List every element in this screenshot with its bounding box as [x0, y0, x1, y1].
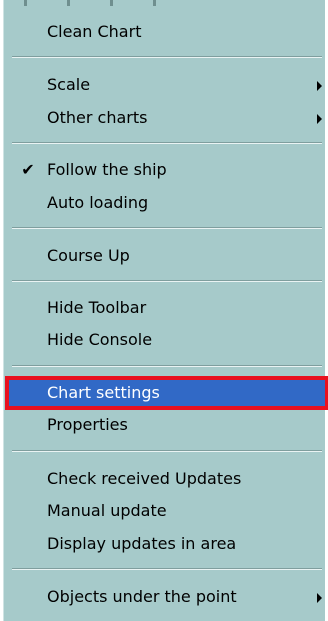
- menu-item-label: Follow the ship: [47, 160, 167, 179]
- menu-separator: [12, 56, 322, 58]
- menu-item-label: Scale: [47, 75, 91, 94]
- menu-item-label: Chart settings: [47, 383, 160, 402]
- submenu-arrow-icon: [317, 114, 322, 124]
- menu-item-display-updates-in-area[interactable]: Display updates in area: [8, 529, 326, 559]
- menu-item-hide-console[interactable]: Hide Console: [8, 325, 326, 355]
- menu-item-other-charts[interactable]: Other charts: [8, 103, 326, 133]
- menu-separator: [12, 365, 322, 367]
- menu-separator: [12, 568, 322, 570]
- menu-item-manual-update[interactable]: Manual update: [8, 496, 326, 526]
- menu-item-label: Objects under the point: [47, 587, 237, 606]
- checkmark-icon: ✔: [21, 160, 35, 179]
- menu-item-label: Course Up: [47, 246, 130, 265]
- toolbar-edge-mark: [110, 0, 113, 6]
- menu-separator: [12, 227, 322, 229]
- menu-item-chart-settings[interactable]: Chart settings: [8, 378, 326, 408]
- screen: Clean Chart Scale Other charts ✔ Follow …: [0, 0, 328, 621]
- menu-item-scale[interactable]: Scale: [8, 70, 326, 100]
- toolbar-edge-mark: [24, 0, 27, 6]
- menu-item-label: Clean Chart: [47, 22, 142, 41]
- menu-item-label: Auto loading: [47, 193, 149, 212]
- menu-item-follow-the-ship[interactable]: ✔ Follow the ship: [8, 155, 326, 185]
- menu-item-clean-chart[interactable]: Clean Chart: [8, 17, 326, 47]
- menu-separator: [12, 280, 322, 282]
- menu-item-objects-under-the-point[interactable]: Objects under the point: [8, 582, 326, 612]
- menu-item-auto-loading[interactable]: Auto loading: [8, 188, 326, 218]
- menu-separator: [12, 142, 322, 144]
- submenu-arrow-icon: [317, 593, 322, 603]
- menu-item-hide-toolbar[interactable]: Hide Toolbar: [8, 293, 326, 323]
- menu-item-label: Manual update: [47, 501, 167, 520]
- menu-item-label: Hide Toolbar: [47, 298, 147, 317]
- menu-item-label: Other charts: [47, 108, 148, 127]
- toolbar-edge-mark: [67, 0, 70, 6]
- menu-item-label: Check received Updates: [47, 469, 242, 488]
- menu-separator: [12, 450, 322, 452]
- toolbar-edge: [24, 0, 254, 6]
- menu-item-properties[interactable]: Properties: [8, 410, 326, 440]
- toolbar-edge-mark: [153, 0, 156, 6]
- menu-item-check-received-updates[interactable]: Check received Updates: [8, 464, 326, 494]
- menu-item-label: Hide Console: [47, 330, 153, 349]
- submenu-arrow-icon: [317, 81, 322, 91]
- menu-item-label: Properties: [47, 415, 128, 434]
- context-menu: Clean Chart Scale Other charts ✔ Follow …: [3, 0, 326, 621]
- menu-item-label: Display updates in area: [47, 534, 237, 553]
- menu-item-course-up[interactable]: Course Up: [8, 241, 326, 271]
